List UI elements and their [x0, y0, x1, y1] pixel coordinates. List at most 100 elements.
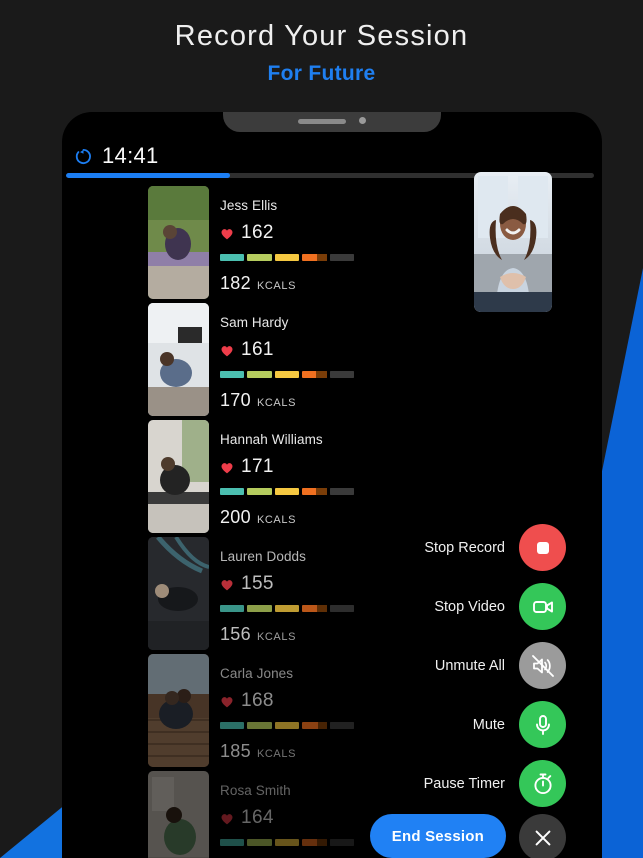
bottom-action-bar: End Session	[62, 814, 602, 858]
hr-zone-1	[220, 722, 245, 729]
participant-thumbnail[interactable]	[148, 186, 209, 299]
participant-row[interactable]: Carla Jones 168 185 KCALS	[62, 652, 362, 769]
heart-rate-zone-bar	[220, 254, 355, 261]
participant-thumbnail[interactable]	[148, 420, 209, 533]
participant-row[interactable]: Lauren Dodds 155 156 KCALS	[62, 535, 362, 652]
promo-heading: Record Your Session For Future	[0, 0, 643, 105]
heart-rate-row: 161	[220, 339, 360, 361]
hr-zone-1	[220, 254, 245, 261]
participant-name: Rosa Smith	[220, 783, 291, 798]
page-title: Record Your Session	[174, 20, 469, 52]
heart-rate-value: 162	[241, 222, 274, 243]
hr-zone-5	[329, 371, 355, 378]
hr-zone-4	[302, 605, 327, 612]
control-label: Stop Record	[424, 539, 505, 556]
participant-metrics: Jess Ellis 162 182 KCALS	[220, 188, 360, 294]
participant-metrics: Lauren Dodds 155 156 KCALS	[220, 539, 360, 645]
hr-zone-5	[329, 722, 355, 729]
control-button[interactable]	[519, 524, 566, 571]
timer-value: 14:41	[102, 143, 159, 168]
calories-value: 182	[220, 273, 251, 293]
heart-rate-zone-bar	[220, 722, 355, 729]
control-label: Stop Video	[434, 598, 505, 615]
calories-unit: KCALS	[256, 631, 297, 643]
hr-zone-5	[329, 605, 355, 612]
hr-zone-5	[329, 488, 355, 495]
participant-name: Carla Jones	[220, 666, 294, 681]
hr-zone-3	[274, 254, 300, 261]
control-mute[interactable]: Mute	[376, 701, 566, 748]
calories-value: 185	[220, 741, 251, 761]
screenshot-root: Record Your Session For Future 14:41 Jes…	[0, 0, 643, 858]
control-button[interactable]	[519, 701, 566, 748]
heart-rate-value: 171	[241, 456, 274, 477]
heart-rate-zone-bar	[220, 488, 355, 495]
front-camera-icon	[359, 117, 366, 124]
hr-zone-1	[220, 371, 245, 378]
participant-video-frame	[148, 420, 209, 533]
participant-thumbnail[interactable]	[148, 654, 209, 767]
control-unmute-all[interactable]: Unmute All	[376, 642, 566, 689]
hr-zone-2	[247, 254, 272, 261]
control-button[interactable]	[519, 583, 566, 630]
session-timer: 14:41	[62, 139, 602, 173]
heart-rate-value: 161	[241, 339, 274, 360]
hr-zone-3	[274, 722, 300, 729]
session-controls[interactable]: Stop Record Stop Video Unmute All Mute P…	[376, 524, 566, 807]
control-button[interactable]	[519, 642, 566, 689]
heart-rate-row: 171	[220, 456, 360, 478]
participant-thumbnail[interactable]	[148, 303, 209, 416]
control-stop-record[interactable]: Stop Record	[376, 524, 566, 571]
timer-icon	[75, 148, 91, 164]
hr-zone-2	[247, 605, 272, 612]
close-button[interactable]	[519, 814, 566, 858]
heart-icon	[221, 345, 233, 356]
phone-notch	[223, 112, 441, 132]
calories-row: 170 KCALS	[220, 390, 360, 411]
participant-name: Jess Ellis	[220, 198, 278, 213]
heart-icon	[221, 462, 233, 473]
calories-value: 156	[220, 624, 251, 644]
control-stop-video[interactable]: Stop Video	[376, 583, 566, 630]
participant-metrics: Carla Jones 168 185 KCALS	[220, 656, 360, 762]
heart-icon	[221, 579, 233, 590]
calories-row: 182 KCALS	[220, 273, 360, 294]
heart-icon	[221, 228, 233, 239]
control-button[interactable]	[519, 760, 566, 807]
hr-zone-5	[329, 254, 355, 261]
hr-zone-4	[302, 488, 327, 495]
participant-name: Sam Hardy	[220, 315, 289, 330]
participant-name: Lauren Dodds	[220, 549, 307, 564]
control-pause-timer[interactable]: Pause Timer	[376, 760, 566, 807]
calories-value: 200	[220, 507, 251, 527]
page-subtitle: For Future	[267, 62, 376, 85]
control-label: Mute	[472, 716, 505, 733]
hr-zone-3	[274, 605, 300, 612]
hr-zone-4	[302, 722, 327, 729]
participant-thumbnail[interactable]	[148, 537, 209, 650]
participant-row[interactable]: Hannah Williams 171 200 KCALS	[62, 418, 362, 535]
heart-rate-row: 162	[220, 222, 360, 244]
heart-rate-row: 155	[220, 573, 360, 595]
heart-rate-zone-bar	[220, 371, 355, 378]
control-label: Pause Timer	[423, 775, 505, 792]
participant-metrics: Sam Hardy 161 170 KCALS	[220, 305, 360, 411]
participant-video-frame	[148, 654, 209, 767]
participant-name: Hannah Williams	[220, 432, 323, 447]
hr-zone-2	[247, 488, 272, 495]
speaker-grille-icon	[298, 119, 346, 124]
heart-rate-zone-bar	[220, 605, 355, 612]
close-x-icon	[535, 830, 550, 845]
self-view-image	[474, 172, 552, 312]
hr-zone-3	[274, 488, 300, 495]
end-session-button[interactable]: End Session	[369, 814, 506, 858]
calories-unit: KCALS	[256, 514, 297, 526]
calories-unit: KCALS	[256, 748, 297, 760]
calories-unit: KCALS	[256, 397, 297, 409]
phone-mockup: 14:41 Jess Ellis 162 182 KCALS Sam Hardy…	[62, 112, 602, 858]
self-view-video[interactable]	[474, 172, 552, 312]
participant-row[interactable]: Jess Ellis 162 182 KCALS	[62, 184, 362, 301]
hr-zone-4	[302, 371, 327, 378]
participant-list[interactable]: Jess Ellis 162 182 KCALS Sam Hardy 161 1…	[62, 184, 362, 858]
participant-row[interactable]: Sam Hardy 161 170 KCALS	[62, 301, 362, 418]
